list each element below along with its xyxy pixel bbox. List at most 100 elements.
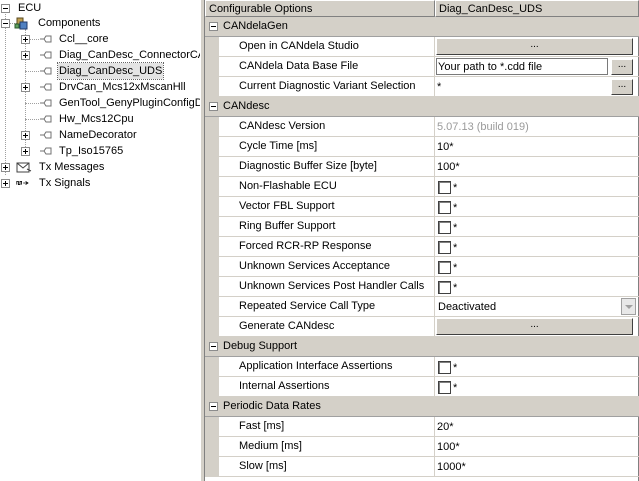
collapse-icon[interactable] — [209, 402, 218, 411]
option-label: Open in CANdela Studio — [239, 40, 359, 52]
expand-icon[interactable] — [1, 179, 10, 188]
default-marker: * — [453, 222, 458, 234]
rcr-rp-checkbox[interactable] — [438, 241, 451, 254]
option-label: CANdesc Version — [239, 120, 326, 132]
section-label: Debug Support — [223, 340, 297, 352]
tree-node-label: ECU — [18, 2, 42, 14]
buffer-size-input[interactable]: 100* — [437, 161, 460, 173]
option-label: Repeated Service Call Type — [239, 300, 376, 312]
tree-line — [5, 12, 6, 175]
internal-assertions-checkbox[interactable] — [438, 381, 451, 394]
row-medium-rate: Medium [ms] 100* — [205, 437, 639, 457]
row-app-assertions: Application Interface Assertions * — [205, 357, 639, 377]
option-label: Cycle Time [ms] — [239, 140, 318, 152]
tree-node-label: Ccl__core — [59, 33, 109, 45]
ring-buffer-checkbox[interactable] — [438, 221, 451, 234]
medium-rate-input[interactable]: 100* — [437, 441, 460, 453]
row-slow-rate: Slow [ms] 1000* — [205, 457, 639, 477]
tree-node-label: Diag_CanDesc_UDS — [56, 62, 165, 80]
default-marker: * — [453, 182, 458, 194]
default-marker: * — [453, 262, 458, 274]
section-periodic-rates[interactable]: Periodic Data Rates — [205, 397, 639, 417]
tree-node-label: Hw_Mcs12Cpu — [59, 113, 134, 125]
variant-browse-button[interactable]: ... — [611, 79, 633, 95]
chevron-down-icon[interactable] — [621, 298, 636, 315]
default-marker: * — [453, 282, 458, 294]
non-flashable-checkbox[interactable] — [438, 181, 451, 194]
tree-node-label: GenTool_GenyPluginConfigD — [59, 97, 200, 109]
tree-node-label: Diag_CanDesc_ConnectorCA — [59, 49, 200, 61]
app-assertions-checkbox[interactable] — [438, 361, 451, 374]
option-label: CANdela Data Base File — [239, 60, 359, 72]
row-variant: Current Diagnostic Variant Selection * .… — [205, 77, 639, 97]
slow-rate-input[interactable]: 1000* — [437, 461, 466, 473]
expand-icon[interactable] — [1, 163, 10, 172]
expand-icon[interactable] — [21, 131, 30, 140]
row-internal-assertions: Internal Assertions * — [205, 377, 639, 397]
cycle-time-input[interactable]: 10* — [437, 141, 454, 153]
row-cycle-time: Cycle Time [ms] 10* — [205, 137, 639, 157]
options-grid: Configurable Options Diag_CanDesc_UDS CA… — [205, 0, 639, 481]
generate-candesc-button[interactable]: ... — [436, 318, 633, 335]
db-file-input[interactable]: Your path to *.cdd file — [436, 58, 608, 75]
collapse-icon[interactable] — [1, 4, 10, 13]
unknown-post-handler-checkbox[interactable] — [438, 281, 451, 294]
option-label: Medium [ms] — [239, 440, 302, 452]
envelope-icon — [16, 162, 32, 173]
section-label: CANdelaGen — [223, 20, 288, 32]
default-marker: * — [453, 362, 458, 374]
unknown-acceptance-checkbox[interactable] — [438, 261, 451, 274]
open-candela-button[interactable]: ... — [436, 38, 633, 55]
expand-icon[interactable] — [21, 147, 30, 156]
tree-node-label: Components — [38, 17, 101, 29]
default-marker: * — [453, 202, 458, 214]
option-label: Unknown Services Post Handler Calls — [239, 280, 425, 292]
row-rcr-rp: Forced RCR-RP Response * — [205, 237, 639, 257]
browse-db-button[interactable]: ... — [611, 59, 633, 75]
vector-fbl-checkbox[interactable] — [438, 201, 451, 214]
row-generate: Generate CANdesc ... — [205, 317, 639, 337]
row-vector-fbl: Vector FBL Support * — [205, 197, 639, 217]
header-component-value[interactable]: Diag_CanDesc_UDS — [435, 0, 639, 17]
section-candesc[interactable]: CANdesc — [205, 97, 639, 117]
option-label: Fast [ms] — [239, 420, 285, 432]
option-label: Slow [ms] — [239, 460, 287, 472]
section-candelagen[interactable]: CANdelaGen — [205, 17, 639, 37]
tree-node-label: Tp_Iso15765 — [59, 145, 124, 157]
section-label: Periodic Data Rates — [223, 400, 321, 412]
header-configurable-options[interactable]: Configurable Options — [205, 0, 435, 17]
option-label: Non-Flashable ECU — [239, 180, 337, 192]
row-ring-buffer: Ring Buffer Support * — [205, 217, 639, 237]
component-icon — [40, 115, 52, 123]
row-open-candela: Open in CANdela Studio ... — [205, 37, 639, 57]
section-label: CANdesc — [223, 100, 270, 112]
section-debug-support[interactable]: Debug Support — [205, 337, 639, 357]
row-version: CANdesc Version 5.07.13 (build 019) — [205, 117, 639, 137]
expand-icon[interactable] — [21, 35, 30, 44]
repeated-call-select[interactable]: Deactivated — [436, 297, 636, 316]
row-repeated-call: Repeated Service Call Type Deactivated — [205, 297, 639, 317]
option-label: Internal Assertions — [239, 380, 330, 392]
collapse-icon[interactable] — [1, 19, 10, 28]
option-label: Forced RCR-RP Response — [239, 240, 372, 252]
collapse-icon[interactable] — [209, 102, 218, 111]
default-marker: * — [453, 382, 458, 394]
tree-node-label: Tx Signals — [39, 177, 91, 189]
component-icon — [40, 83, 52, 91]
row-unknown-post-handler: Unknown Services Post Handler Calls * — [205, 277, 639, 297]
components-icon — [14, 17, 28, 30]
expand-icon[interactable] — [21, 51, 30, 60]
component-icon — [40, 51, 52, 59]
component-icon — [40, 67, 52, 75]
row-non-flashable: Non-Flashable ECU * — [205, 177, 639, 197]
expand-icon[interactable] — [21, 83, 30, 92]
collapse-icon[interactable] — [209, 342, 218, 351]
component-icon — [40, 131, 52, 139]
tree-node-label: Tx Messages — [39, 161, 105, 173]
row-db-file: CANdela Data Base File Your path to *.cd… — [205, 57, 639, 77]
component-icon — [40, 147, 52, 155]
variant-value[interactable]: * — [437, 81, 441, 93]
collapse-icon[interactable] — [209, 22, 218, 31]
fast-rate-input[interactable]: 20* — [437, 421, 454, 433]
option-label: Ring Buffer Support — [239, 220, 336, 232]
